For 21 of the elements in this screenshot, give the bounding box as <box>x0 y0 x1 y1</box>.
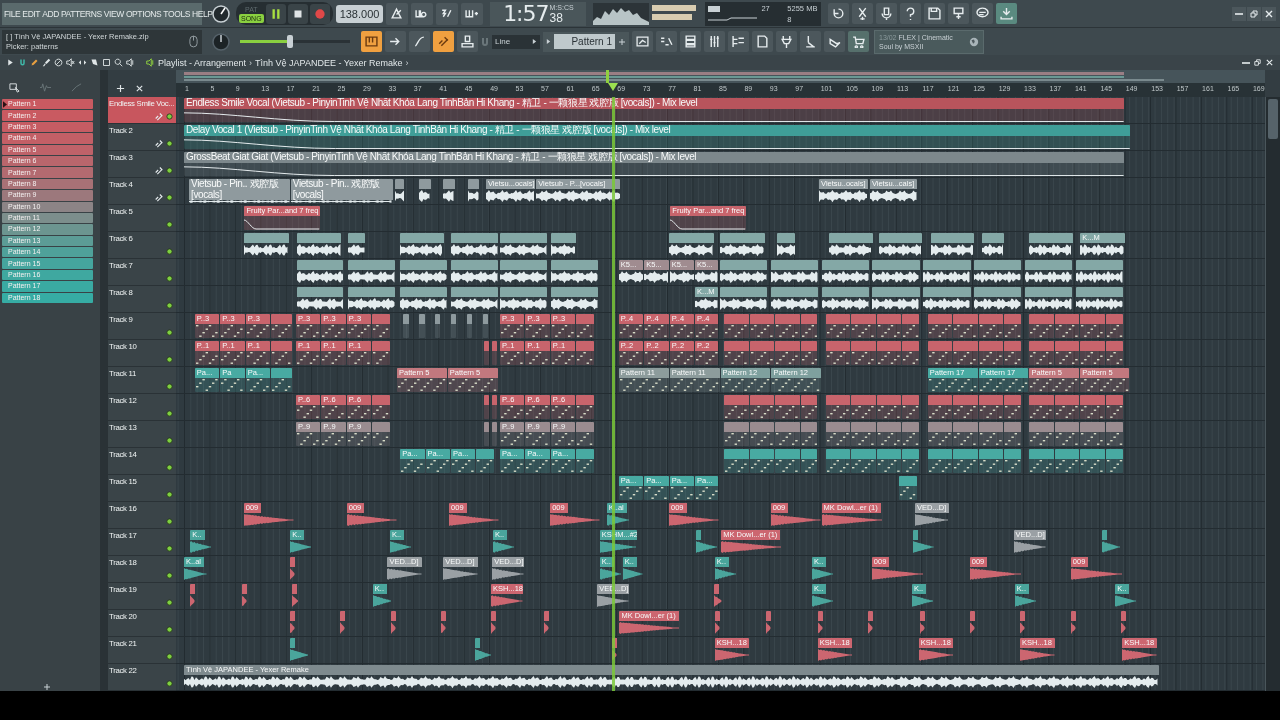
menu-item[interactable]: HELP <box>192 8 213 19</box>
song-title[interactable]: Tình Vệ JAPANDEE - Yexer Remake <box>255 57 403 68</box>
pattern-selector[interactable]: Pattern 1 <box>543 31 629 52</box>
menu-item[interactable]: OPTIONS <box>125 8 162 19</box>
menu-item[interactable]: TOOLS <box>163 8 191 19</box>
playlist-clip[interactable]: Delay Vocal 1 (Vietsub - PinyinTinh Vệ Nhất Khỏa Lang TinhBản Hi Khang - 精卫 - 一颗狼星 戏腔版 [vocals]) - Mix level <box>184 125 1131 149</box>
playlist-title: Playlist - Arrangement <box>158 57 247 68</box>
pattern-name: Pattern 1 <box>554 34 615 49</box>
clip-label: Delay Vocal 1 (Vietsub - PinyinTinh Vệ Nhất Khỏa Lang TinhBản Hi Khang - 精卫 - 一颗狼星 戏腔版 [vocals]) - Mix level <box>184 125 1131 136</box>
tempo-display[interactable]: 138.000 <box>335 4 384 23</box>
time-centiseconds: 38 <box>549 11 563 24</box>
menu-item[interactable]: PATTERNS <box>60 8 102 19</box>
breadcrumb-separator: › <box>249 57 253 68</box>
snap-value: Line <box>495 37 511 46</box>
snap-dropdown[interactable]: Line <box>492 34 540 49</box>
breadcrumb-separator: › <box>405 57 409 68</box>
menu-item[interactable]: FILE <box>4 8 21 19</box>
song-time: 1:57 <box>503 1 549 26</box>
menu-item[interactable]: EDIT <box>22 8 41 19</box>
menu-item[interactable]: VIEW <box>103 8 124 19</box>
menu-item[interactable]: ADD <box>42 8 59 19</box>
